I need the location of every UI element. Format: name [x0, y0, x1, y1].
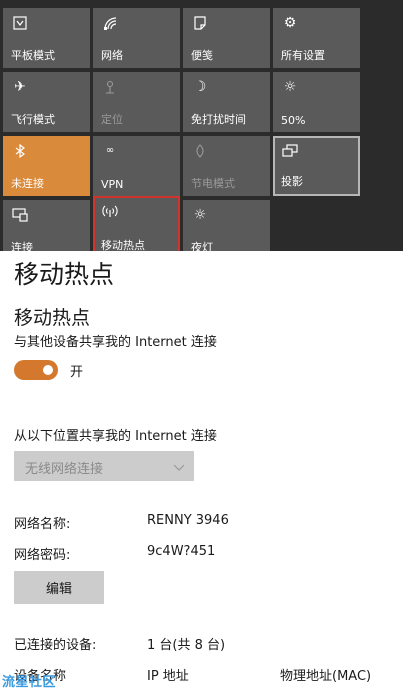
moon-icon: ☽	[193, 79, 207, 95]
tile-label: 平板模式	[11, 49, 55, 62]
tile-label: 飞行模式	[11, 113, 55, 126]
dropdown-selected-value: 无线网络连接	[25, 462, 104, 477]
tile-label: 投影	[281, 175, 303, 188]
connected-devices-label: 已连接的设备:	[14, 638, 97, 653]
tile-label: VPN	[101, 178, 124, 191]
tile-label: 节电模式	[191, 177, 235, 190]
bluetooth-icon	[11, 142, 29, 160]
airplane-icon: ✈	[14, 79, 26, 95]
tile-project[interactable]: 投影	[273, 136, 360, 196]
brightness-icon: ☼	[283, 79, 297, 95]
network-password-label: 网络密码:	[14, 548, 71, 563]
network-password-value: 9c4W?451	[147, 544, 216, 559]
hotspot-settings-panel: 移动热点 移动热点 与其他设备共享我的 Internet 连接 开 从以下位置共…	[0, 251, 403, 690]
hotspot-icon	[101, 202, 119, 220]
tile-label: 未连接	[11, 177, 44, 190]
tile-label: 连接	[11, 241, 33, 251]
tile-label: 夜灯	[191, 241, 213, 251]
tile-network[interactable]: 网络	[93, 8, 180, 68]
share-from-label: 从以下位置共享我的 Internet 连接	[14, 429, 217, 444]
toggle-knob	[43, 365, 53, 375]
share-from-dropdown[interactable]: 无线网络连接	[14, 451, 194, 481]
chevron-down-icon	[172, 459, 186, 473]
vpn-icon: ∞	[105, 145, 115, 156]
connect-icon	[11, 206, 29, 224]
project-icon	[281, 142, 299, 160]
toggle-state-label: 开	[70, 365, 84, 380]
section-title: 移动热点	[14, 307, 91, 329]
network-name-value: RENNY 3946	[147, 513, 229, 528]
watermark: 流星社区	[2, 675, 57, 690]
tile-label: 定位	[101, 113, 123, 126]
hotspot-toggle[interactable]	[14, 360, 58, 380]
tablet-mode-icon	[11, 14, 29, 32]
tile-quiet-hours[interactable]: ☽ 免打扰时间	[183, 72, 270, 132]
column-header-mac-address: 物理地址(MAC)	[280, 669, 372, 684]
location-icon	[101, 78, 119, 96]
action-center-tiles: 平板模式 网络 便笺 ⚙ 所有设置 ✈ 飞行模式 定位 ☽ 免打扰时间 ☼ 50…	[0, 0, 403, 251]
tile-label: 便笺	[191, 49, 213, 62]
tile-label: 50%	[281, 114, 306, 127]
tile-label: 所有设置	[281, 49, 325, 62]
tile-label: 网络	[101, 49, 123, 62]
tile-brightness[interactable]: ☼ 50%	[273, 72, 360, 132]
share-description: 与其他设备共享我的 Internet 连接	[14, 335, 217, 350]
tile-all-settings[interactable]: ⚙ 所有设置	[273, 8, 360, 68]
tile-night-light[interactable]: ☼ 夜灯	[183, 200, 270, 251]
tile-label: 移动热点	[101, 239, 145, 251]
network-icon	[101, 14, 119, 32]
tile-bluetooth[interactable]: 未连接	[3, 136, 90, 196]
note-icon	[191, 14, 209, 32]
night-light-icon: ☼	[193, 207, 207, 223]
tile-airplane-mode[interactable]: ✈ 飞行模式	[3, 72, 90, 132]
tile-label: 免打扰时间	[191, 113, 246, 126]
gear-icon: ⚙	[283, 15, 297, 31]
tile-connect[interactable]: 连接	[3, 200, 90, 251]
edit-button[interactable]: 编辑	[14, 571, 104, 604]
connected-devices-value: 1 台(共 8 台)	[147, 638, 226, 653]
tile-vpn[interactable]: ∞ VPN	[93, 136, 180, 196]
tile-note[interactable]: 便笺	[183, 8, 270, 68]
tile-tablet-mode[interactable]: 平板模式	[3, 8, 90, 68]
network-name-label: 网络名称:	[14, 517, 71, 532]
column-header-ip-address: IP 地址	[147, 669, 189, 684]
battery-saver-icon	[191, 142, 209, 160]
tile-location[interactable]: 定位	[93, 72, 180, 132]
tile-mobile-hotspot[interactable]: 移动热点	[93, 196, 180, 251]
tile-battery-saver[interactable]: 节电模式	[183, 136, 270, 196]
page-title: 移动热点	[14, 260, 115, 289]
